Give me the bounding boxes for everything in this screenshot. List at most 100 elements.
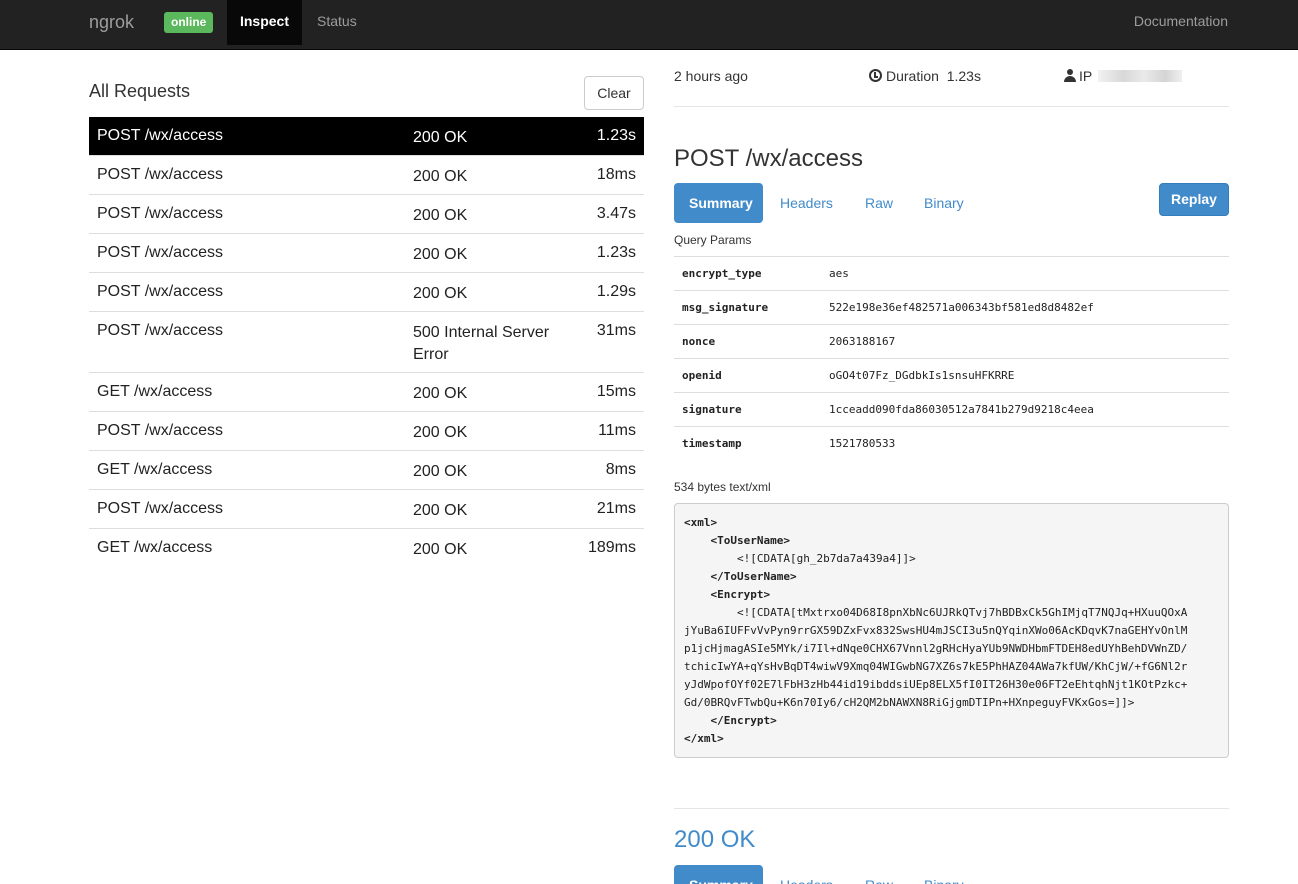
ip-label: IP [1079, 68, 1093, 84]
code-line: </xml> [684, 732, 724, 745]
brand-logo[interactable]: ngrok [89, 12, 134, 33]
nav-status[interactable]: Status [317, 13, 357, 29]
code-line: p1jcHjmagASIe5MYk/i7Il+dNqe0CHX67Vnnl2gR… [684, 642, 1188, 655]
request-path: POST /wx/access [97, 500, 223, 517]
code-line: </Encrypt> [684, 714, 777, 727]
request-status: 200 OK [413, 385, 468, 402]
request-duration: 15ms [596, 383, 636, 400]
request-status: 200 OK [413, 463, 468, 480]
clear-button[interactable]: Clear [584, 76, 644, 110]
table-row: msg_signature 522e198e36ef482571a006343b… [674, 290, 1229, 324]
request-status: 200 OK [413, 207, 468, 224]
param-value: 522e198e36ef482571a006343bf581ed8d8482ef [829, 301, 1094, 314]
request-status: 200 OK [413, 502, 468, 519]
code-line: <![CDATA[tMxtrxo04D68I8pnXbNc6UJRkQTvj7h… [684, 606, 1188, 619]
param-value: 1521780533 [829, 437, 896, 450]
online-badge: online [164, 12, 214, 33]
table-row[interactable]: POST /wx/access 200 OK 3.47s [89, 194, 644, 233]
response-tab-binary[interactable]: Binary [909, 865, 979, 884]
param-value: oGO4t07Fz_DGdbkIs1snsuHFKRRE [829, 369, 1015, 382]
table-row: encrypt_type aes [674, 256, 1229, 290]
request-status: 200 OK [413, 129, 468, 146]
request-path: POST /wx/access [97, 244, 223, 261]
code-line: <ToUserName> [684, 534, 790, 547]
request-path: POST /wx/access [97, 422, 223, 439]
duration-label: Duration [886, 68, 939, 84]
redacted-ip [1098, 70, 1183, 82]
table-row: timestamp 1521780533 [674, 426, 1229, 460]
body-size-label: 534 bytes text/xml [674, 480, 771, 494]
nav-inspect[interactable]: Inspect [227, 0, 302, 45]
tab-headers[interactable]: Headers [765, 183, 848, 223]
table-row[interactable]: GET /wx/access 200 OK 15ms [89, 372, 644, 411]
response-tab-headers[interactable]: Headers [765, 865, 848, 884]
request-duration: 1.29s [596, 283, 636, 300]
request-duration: 18ms [596, 166, 636, 183]
table-row: nonce 2063188167 [674, 324, 1229, 358]
table-row[interactable]: GET /wx/access 200 OK 189ms [89, 528, 644, 567]
request-path: POST /wx/access [97, 166, 223, 183]
tab-summary[interactable]: Summary [674, 183, 763, 223]
param-key: msg_signature [682, 301, 769, 314]
request-path: POST /wx/access [97, 127, 223, 144]
request-duration: 189ms [587, 539, 636, 556]
request-path: POST /wx/access [97, 205, 223, 222]
request-path: GET /wx/access [97, 383, 213, 400]
param-key: openid [682, 369, 722, 382]
request-path: POST /wx/access [97, 283, 223, 300]
param-value: 1cceadd090fda86030512a7841b279d9218c4eea [829, 403, 1094, 416]
request-status: 200 OK [413, 168, 468, 185]
request-status: 500 Internal Server Error [413, 324, 550, 363]
table-row[interactable]: POST /wx/access 200 OK 1.23s [89, 117, 644, 155]
nav-documentation[interactable]: Documentation [1134, 13, 1228, 29]
param-key: encrypt_type [682, 267, 762, 280]
code-line: tchicIwYA+qYsHvBqDT4wiwV9Xmq04WIGwbNG7XZ… [684, 660, 1188, 673]
code-line: Gd/0BRQvFTwbQu+K6n70Iy6/cH2QM2bNAWXN8RiG… [684, 696, 1135, 709]
table-row[interactable]: POST /wx/access 500 Internal Server Erro… [89, 311, 644, 372]
param-key: nonce [682, 335, 716, 348]
duration-meta: Duration 1.23s [869, 68, 981, 84]
request-status: 200 OK [413, 424, 468, 441]
table-row[interactable]: POST /wx/access 200 OK 18ms [89, 155, 644, 194]
table-row[interactable]: POST /wx/access 200 OK 11ms [89, 411, 644, 450]
query-params-table: encrypt_type aes msg_signature 522e198e3… [674, 256, 1229, 460]
code-line: </ToUserName> [684, 570, 797, 583]
table-row[interactable]: POST /wx/access 200 OK 21ms [89, 489, 644, 528]
request-status: 200 OK [413, 246, 468, 263]
response-title: 200 OK [674, 826, 756, 853]
request-title: POST /wx/access [674, 145, 863, 172]
requests-table: POST /wx/access 200 OK 1.23s POST /wx/ac… [89, 117, 644, 567]
code-line: yJdWpofOYf02E7lFbH3zHb44id19ibddsiUEp8EL… [684, 678, 1188, 691]
ip-meta: IP [1064, 68, 1183, 84]
request-duration: 1.23s [596, 244, 636, 261]
code-line: <![CDATA[gh_2b7da7a439a4]]> [684, 552, 916, 565]
request-path: GET /wx/access [97, 461, 213, 478]
code-line: <Encrypt> [684, 588, 771, 601]
user-icon [1064, 69, 1076, 82]
table-row[interactable]: POST /wx/access 200 OK 1.29s [89, 272, 644, 311]
clock-icon [869, 69, 882, 82]
request-duration: 31ms [596, 322, 636, 339]
param-value: aes [829, 267, 849, 280]
time-ago: 2 hours ago [674, 68, 748, 84]
duration-value: 1.23s [946, 68, 981, 84]
code-line: <xml> [684, 516, 718, 529]
request-path: GET /wx/access [97, 539, 213, 556]
requests-title: All Requests [89, 81, 191, 101]
table-row[interactable]: POST /wx/access 200 OK 1.23s [89, 233, 644, 272]
request-duration: 11ms [598, 422, 636, 439]
request-duration: 8ms [605, 461, 636, 478]
request-body-code: <xml> <ToUserName> <![CDATA[gh_2b7da7a43… [674, 503, 1229, 758]
response-tab-summary[interactable]: Summary [674, 865, 763, 884]
divider [674, 106, 1229, 107]
response-tab-raw[interactable]: Raw [850, 865, 908, 884]
code-line: jYuBa6IUFFvVvPyn9rrGX59DZxFvx832SwsHU4mJ… [684, 624, 1188, 637]
tab-binary[interactable]: Binary [909, 183, 979, 223]
table-row: signature 1cceadd090fda86030512a7841b279… [674, 392, 1229, 426]
tab-raw[interactable]: Raw [850, 183, 908, 223]
request-path: POST /wx/access [97, 322, 223, 339]
request-duration: 3.47s [596, 205, 636, 222]
table-row[interactable]: GET /wx/access 200 OK 8ms [89, 450, 644, 489]
param-key: signature [682, 403, 742, 416]
replay-button[interactable]: Replay [1159, 183, 1229, 216]
